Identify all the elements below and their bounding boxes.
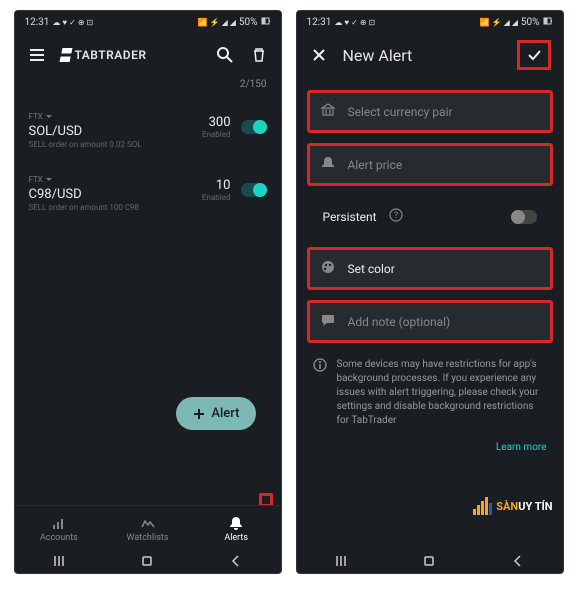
pair-label: C98/USD: [29, 187, 202, 202]
alert-desc: SELL order on amount 0.02 SOL: [29, 140, 202, 149]
status-icons-right: 📶 ⚡ ◢ ◢: [480, 18, 518, 27]
nav-accounts[interactable]: Accounts: [15, 506, 104, 551]
svg-text:?: ?: [393, 211, 397, 221]
color-label: Set color: [348, 262, 395, 276]
price-placeholder: Alert price: [348, 158, 403, 172]
info-block: Some devices may have restrictions for a…: [297, 348, 563, 438]
alert-price: 300: [202, 115, 231, 130]
alert-toggle[interactable]: [241, 120, 267, 134]
back-button[interactable]: [511, 553, 525, 572]
app-logo: TABTRADER: [61, 48, 147, 62]
page-title: New Alert: [343, 46, 503, 65]
info-text: Some devices may have restrictions for a…: [337, 358, 547, 428]
exchange-tag: FTX: [29, 175, 52, 184]
status-time: 12:31: [307, 17, 332, 28]
persistent-row: Persistent ?: [309, 197, 551, 236]
currency-pair-input[interactable]: Select currency pair: [307, 90, 553, 133]
recents-button[interactable]: [334, 553, 348, 572]
alert-row[interactable]: FTX C98/USD SELL order on amount 100 C98…: [15, 159, 281, 222]
note-placeholder: Add note (optional): [348, 315, 451, 329]
set-color-input[interactable]: Set color: [307, 247, 553, 290]
close-icon[interactable]: [309, 45, 329, 65]
alert-price: 10: [202, 178, 231, 193]
status-icons-left: ☁ ♥ ✓ ⊕ ⊡: [52, 18, 93, 27]
status-time: 12:31: [25, 17, 50, 28]
watermark-logo: SÀNUY TÍN: [473, 497, 552, 515]
note-input[interactable]: Add note (optional): [307, 300, 553, 343]
app-bar: TABTRADER: [15, 33, 281, 77]
menu-icon[interactable]: [27, 45, 47, 65]
nav-alerts[interactable]: Alerts: [192, 506, 281, 551]
persistent-label: Persistent: [323, 210, 377, 224]
add-alert-button[interactable]: Alert: [176, 397, 255, 430]
chat-icon: [320, 312, 336, 331]
status-battery: 50%: [239, 17, 258, 28]
battery-icon: [261, 16, 271, 29]
status-bar: 12:31 ☁ ♥ ✓ ⊕ ⊡ 📶 ⚡ ◢ ◢ 50%: [15, 11, 281, 33]
system-nav: [297, 551, 563, 573]
home-button[interactable]: [140, 553, 154, 572]
pair-label: SOL/USD: [29, 124, 202, 139]
alert-toggle[interactable]: [241, 183, 267, 197]
alert-row[interactable]: FTX SOL/USD SELL order on amount 0.02 SO…: [15, 96, 281, 159]
status-bar: 12:31 ☁ ♥ ✓ ⊕ ⊡ 📶 ⚡ ◢ ◢ 50%: [297, 11, 563, 33]
status-icons-left: ☁ ♥ ✓ ⊕ ⊡: [334, 18, 375, 27]
alert-status: Enabled: [202, 193, 231, 202]
alert-status: Enabled: [202, 130, 231, 139]
confirm-highlight: [517, 40, 551, 70]
recents-button[interactable]: [52, 553, 66, 572]
new-alert-screen: 12:31 ☁ ♥ ✓ ⊕ ⊡ 📶 ⚡ ◢ ◢ 50% New Alert Se…: [296, 10, 564, 574]
alert-price-input[interactable]: Alert price: [307, 143, 553, 186]
battery-icon: [543, 16, 553, 29]
app-bar: New Alert: [297, 33, 563, 77]
home-button[interactable]: [422, 553, 436, 572]
confirm-icon[interactable]: [524, 45, 544, 65]
alerts-counter: 2/150: [15, 77, 281, 96]
help-icon[interactable]: ?: [389, 208, 403, 225]
info-icon: [313, 358, 327, 428]
alerts-list-screen: 12:31 ☁ ♥ ✓ ⊕ ⊡ 📶 ⚡ ◢ ◢ 50% TABTRADER 2/…: [14, 10, 282, 574]
nav-watchlists[interactable]: Watchlists: [103, 506, 192, 551]
system-nav: [15, 551, 281, 573]
currency-placeholder: Select currency pair: [348, 105, 453, 119]
palette-icon: [320, 259, 336, 278]
bank-icon: [320, 102, 336, 121]
alert-desc: SELL order on amount 100 C98: [29, 203, 202, 212]
status-battery: 50%: [521, 17, 540, 28]
delete-icon[interactable]: [249, 45, 269, 65]
back-button[interactable]: [229, 553, 243, 572]
persistent-toggle[interactable]: [511, 210, 537, 224]
bottom-nav: Accounts Watchlists Alerts: [15, 505, 281, 551]
exchange-tag: FTX: [29, 112, 52, 121]
learn-more-link[interactable]: Learn more: [297, 438, 563, 457]
status-icons-right: 📶 ⚡ ◢ ◢: [198, 18, 236, 27]
search-icon[interactable]: [215, 45, 235, 65]
bell-icon: [320, 155, 336, 174]
